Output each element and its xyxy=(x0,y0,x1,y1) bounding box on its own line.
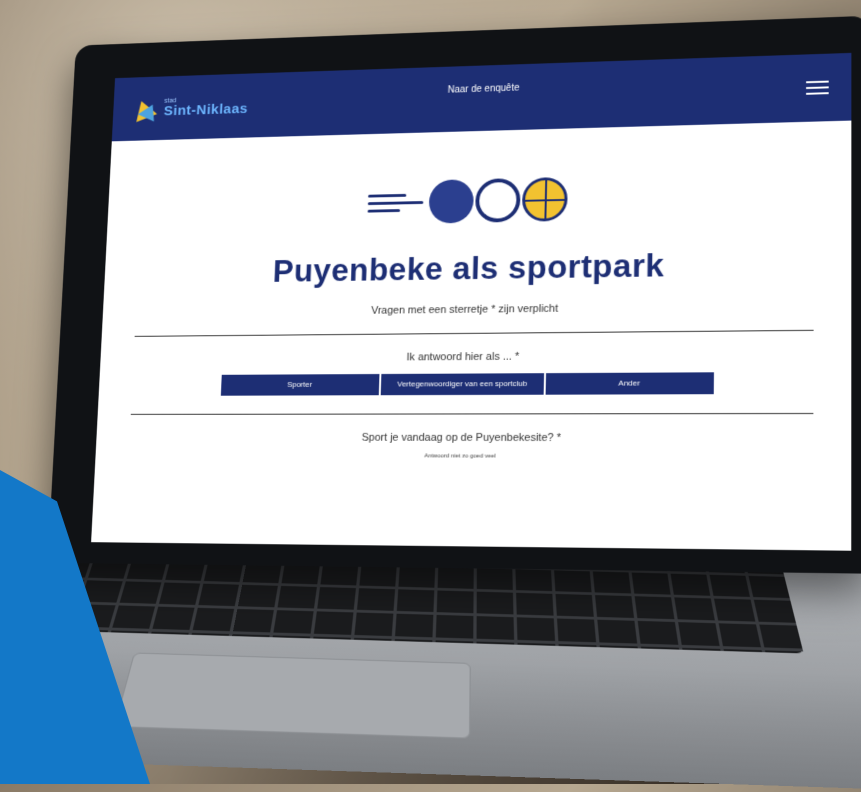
site-logo[interactable]: stad Sint-Niklaas xyxy=(133,94,249,121)
trackpad xyxy=(114,653,471,739)
survey-link[interactable]: Naar de enquête xyxy=(448,83,520,96)
question-sport-today: Sport je vandaag op de Puyenbekesite? * xyxy=(96,432,851,444)
option-club-representative[interactable]: Vertegenwoordiger van een sportclub xyxy=(380,372,545,396)
logo-icon xyxy=(133,97,158,121)
option-other[interactable]: Ander xyxy=(545,371,715,395)
basketball-icon xyxy=(522,177,568,222)
divider xyxy=(131,413,814,415)
required-note: Vragen met een sterretje * zijn verplich… xyxy=(103,300,852,320)
ball-icon xyxy=(475,178,521,223)
divider xyxy=(135,330,814,337)
logo-name: Sint-Niklaas xyxy=(163,102,248,118)
ball-icon xyxy=(428,179,474,223)
browser-screen: stad Sint-Niklaas Naar de enquête Puyenb… xyxy=(91,53,851,551)
option-sporter[interactable]: Sporter xyxy=(220,373,381,397)
speed-lines-icon xyxy=(368,193,424,212)
respondent-type-options: Sporter Vertegenwoordiger van een sportc… xyxy=(99,371,852,397)
sport-balls-illustration xyxy=(107,163,851,236)
question-hint: Antwoord niet zo goed veel xyxy=(95,453,851,461)
menu-icon[interactable] xyxy=(806,81,829,95)
survey-content: Puyenbeke als sportpark Vragen met een s… xyxy=(95,121,851,461)
page-title: Puyenbeke als sportpark xyxy=(104,244,851,292)
laptop-screen-bezel: stad Sint-Niklaas Naar de enquête Puyenb… xyxy=(48,16,861,574)
question-respondent-type: Ik antwoord hier als ... * xyxy=(100,349,851,366)
